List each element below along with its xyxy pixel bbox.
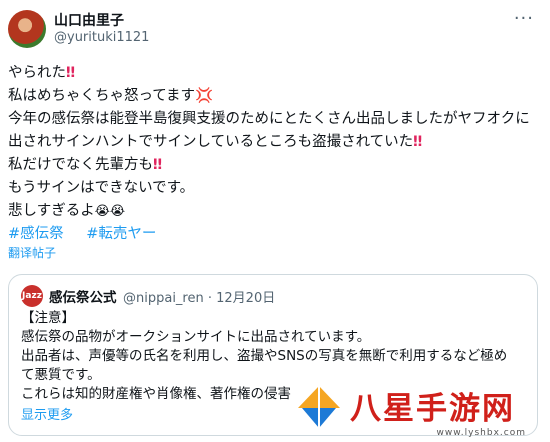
watermark-text: 八星手游网 xyxy=(350,390,515,427)
anger-icon: 💢 xyxy=(195,88,214,104)
exclamation-icon: ‼ xyxy=(413,134,423,150)
watermark-logo-icon xyxy=(292,378,346,432)
hashtag-link[interactable]: #転売ヤー xyxy=(86,226,156,242)
quoted-handle-date: @nippai_ren · 12月20日 xyxy=(123,291,276,306)
tweet-body: やられた‼ 私はめちゃくちゃ怒ってます💢 今年の感伝祭は能登半島復興支援のために… xyxy=(8,62,538,246)
more-options-icon[interactable]: ··· xyxy=(514,10,534,28)
tweet-line: 私はめちゃくちゃ怒ってます💢 xyxy=(8,88,214,104)
crying-face-icon: 😭😭 xyxy=(94,204,126,219)
tweet-line: 今年の感伝祭は能登半島復興支援のためにとたくさん出品しましたがヤフオクに出されサ… xyxy=(8,111,530,150)
exclamation-icon: ‼ xyxy=(153,157,163,173)
quote-line: 【注意】 xyxy=(21,310,75,326)
quote-line: 出品者は、声優等の氏名を利用し、盗撮やSNSの写真を無断で利用するなど極め xyxy=(21,348,508,364)
exclamation-icon: ‼ xyxy=(66,65,76,81)
quoted-account-name: 感伝祭公式 xyxy=(49,290,117,306)
quote-line: 感伝祭の品物がオークションサイトに出品されています。 xyxy=(21,329,371,345)
tweet-line: 悲しすぎるよ😭😭 xyxy=(8,203,126,219)
author-name[interactable]: 山口由里子 xyxy=(54,10,124,30)
hashtags: #感伝祭 #転売ヤー xyxy=(8,223,538,246)
show-more-link[interactable]: 显示更多 xyxy=(21,404,73,423)
watermark-url: www.lyshbx.com xyxy=(436,428,526,438)
site-watermark: 八星手游网 www.lyshbx.com xyxy=(292,372,542,438)
avatar[interactable] xyxy=(8,10,46,48)
translate-post-link[interactable]: 翻译帖子 xyxy=(8,244,56,261)
author-handle[interactable]: @yurituki1121 xyxy=(54,30,149,45)
tweet-line: 私だけでなく先輩方も‼ xyxy=(8,157,163,173)
hashtag-link[interactable]: #感伝祭 xyxy=(8,226,64,242)
tweet-line: もうサインはできないです。 xyxy=(8,180,195,196)
quoted-account-logo: Jazz xyxy=(21,285,43,307)
tweet-line: やられた‼ xyxy=(8,65,76,81)
